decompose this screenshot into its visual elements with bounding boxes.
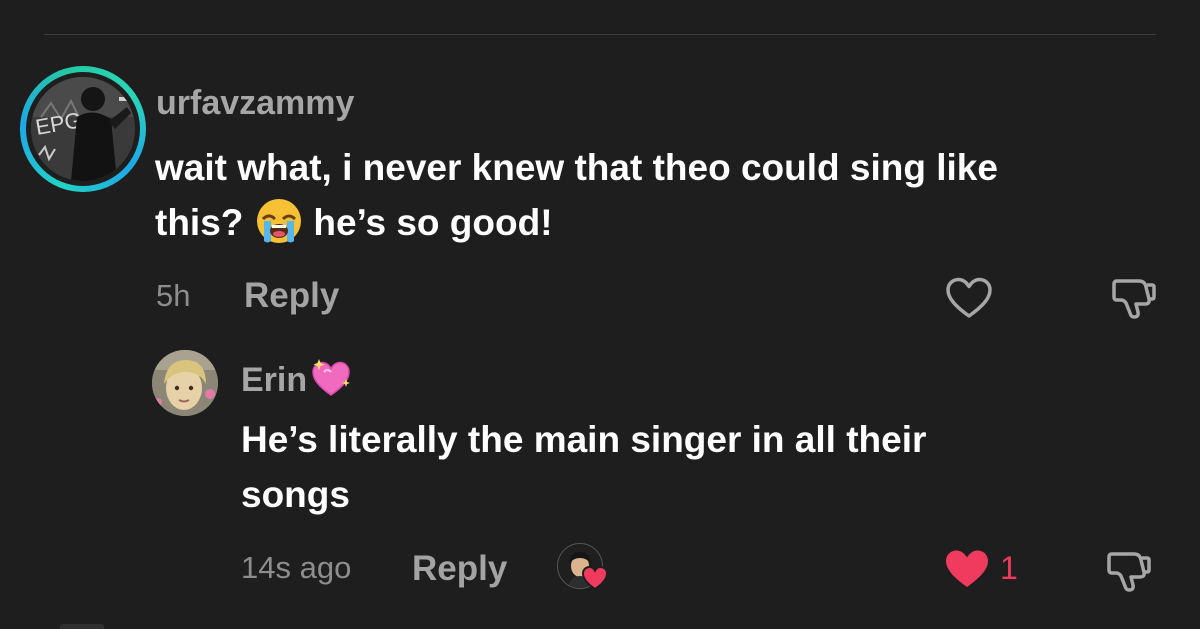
- comments-panel: EPG urfavzammy wait what, i never knew t…: [0, 0, 1200, 629]
- comment-timestamp: 5h: [156, 278, 191, 313]
- user-avatar: EPG: [31, 77, 135, 181]
- liked-by-creator-badge: [557, 543, 611, 593]
- reply-text: He’s literally the main singer in all th…: [241, 412, 1141, 522]
- top-divider: [44, 34, 1156, 35]
- reply-text-line-2: songs: [241, 474, 350, 515]
- reply-button[interactable]: Reply: [244, 276, 339, 316]
- like-count: 1: [1000, 550, 1018, 586]
- loudly-crying-face-icon: [255, 197, 303, 245]
- reply-username[interactable]: Erin: [241, 361, 307, 399]
- liked-heart-icon[interactable]: [943, 548, 991, 590]
- creator-heart-icon: [581, 565, 609, 591]
- user-avatar-story-ring[interactable]: EPG: [20, 66, 146, 192]
- next-item-edge: [60, 624, 104, 629]
- reply-to-reply-button[interactable]: Reply: [412, 549, 507, 589]
- comment-text-line-1: wait what, i never knew that theo could …: [155, 147, 998, 188]
- comment-username[interactable]: urfavzammy: [156, 84, 354, 123]
- dislike-thumbs-down-icon[interactable]: [1109, 273, 1157, 321]
- comment-text: wait what, i never knew that theo could …: [155, 140, 1175, 250]
- reply-username-row: Erin: [241, 357, 353, 400]
- comment-text-line-2-end: he’s so good!: [313, 202, 553, 243]
- dislike-thumbs-down-icon[interactable]: [1104, 546, 1152, 594]
- comment-text-line-2-start: this?: [155, 202, 244, 243]
- reply-text-line-1: He’s literally the main singer in all th…: [241, 419, 927, 460]
- reply-user-avatar[interactable]: [152, 350, 218, 416]
- like-heart-icon[interactable]: [945, 277, 993, 319]
- reply-timestamp: 14s ago: [241, 550, 352, 585]
- sparkling-heart-icon: [309, 357, 353, 399]
